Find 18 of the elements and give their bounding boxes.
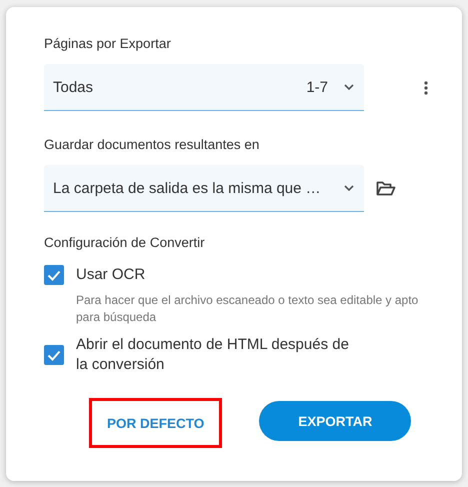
more-options-icon[interactable]: [424, 80, 428, 94]
hint-text: Para hacer que el archivo escaneado o texto sea editable y apto para búsqueda: [76, 292, 420, 326]
export-button[interactable]: EXPORTAR: [259, 401, 412, 441]
folder-icon[interactable]: [376, 181, 396, 196]
checkbox-label: Abrir el documento de HTML después de la conversión: [76, 335, 350, 375]
output-folder-dropdown[interactable]: La carpeta de salida es la misma que …: [44, 165, 364, 212]
default-button[interactable]: POR DEFECTO: [92, 401, 220, 445]
checkbox[interactable]: [44, 265, 64, 285]
checkbox[interactable]: [44, 345, 64, 365]
chevron-down-icon: [344, 185, 354, 191]
section-label: Configuración de Convertir: [44, 235, 206, 250]
check-icon: [47, 350, 61, 360]
check-icon: [47, 270, 61, 280]
checkbox-label: Usar OCR: [76, 265, 146, 285]
pages-dropdown[interactable]: Todas 1-7: [44, 64, 364, 111]
chevron-down-icon: [344, 84, 354, 90]
section-label: Guardar documentos resultantes en: [44, 137, 260, 152]
section-label: Páginas por Exportar: [44, 36, 172, 51]
